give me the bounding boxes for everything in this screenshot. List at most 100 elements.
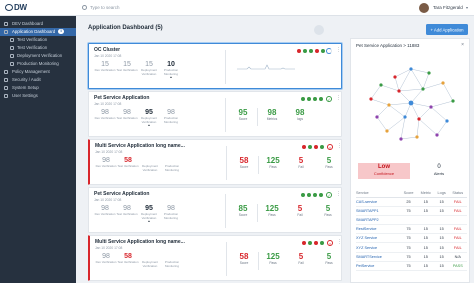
more-options-icon[interactable]: ⋮ <box>337 239 342 245</box>
stage-item[interactable]: 15 Deployment Verification <box>138 61 160 79</box>
sidebar-item[interactable]: Application Dashboard 5 <box>0 28 76 36</box>
sidebar-item[interactable]: User Settings <box>0 92 76 100</box>
application-date: Jan 10 2020 17:08 <box>95 150 123 154</box>
graph-node[interactable] <box>397 89 401 93</box>
stage-item[interactable]: Production Monitoring <box>161 157 183 172</box>
graph-node[interactable] <box>451 99 455 103</box>
stage-item[interactable]: 98 Test Verification <box>116 205 138 223</box>
application-card[interactable]: Multi Service Application long name... Ja… <box>88 139 342 185</box>
stage-item[interactable]: 15 Dev Verification <box>94 61 116 79</box>
stage-item[interactable]: Deployment Verification <box>139 253 161 268</box>
application-date: Jan 10 2020 17:08 <box>94 198 122 202</box>
column-header[interactable]: Score <box>400 190 417 198</box>
stage-item[interactable]: 98 Dev Verification <box>95 157 117 172</box>
table-row[interactable]: SMARTService 75 15 15 N/A <box>356 252 467 262</box>
detail-panel: Pet Service Application > 11883 × Low Co… <box>350 38 470 283</box>
application-card[interactable]: Pet Service Application Jan 10 2020 17:08… <box>88 91 342 137</box>
graph-node[interactable] <box>415 135 419 139</box>
sidebar-item[interactable]: System Setup <box>0 84 76 92</box>
search-input[interactable]: Type to search <box>80 3 156 13</box>
application-card[interactable]: OC Cluster Jan 10 2020 17:08 15 Dev Verific… <box>88 43 342 89</box>
table-cell: 75 <box>400 206 417 216</box>
sidebar-item[interactable]: DEV Dashboard <box>0 20 76 28</box>
graph-node[interactable] <box>403 115 407 119</box>
stage-item[interactable]: 15 Test Verification <box>116 61 138 79</box>
application-name[interactable]: Pet Service Application <box>94 95 149 101</box>
graph-edge <box>398 90 412 104</box>
graph-node[interactable] <box>417 117 421 121</box>
application-name[interactable]: OC Cluster <box>94 47 120 53</box>
sidebar-item[interactable]: Test Verification <box>0 36 76 44</box>
graph-node[interactable] <box>385 129 389 133</box>
stage-item[interactable]: 98 Production Monitoring <box>160 109 182 127</box>
service-name: SMARTAPP1 <box>356 206 401 216</box>
graph-node[interactable] <box>429 105 433 109</box>
graph-node[interactable] <box>427 71 431 75</box>
stage-item[interactable]: 98 Test Verification <box>116 109 138 127</box>
graph-node[interactable] <box>369 97 373 101</box>
graph-node[interactable] <box>387 103 391 107</box>
application-card[interactable]: Pet Service Application Jan 10 2020 17:08… <box>88 187 342 233</box>
graph-node[interactable] <box>409 67 413 71</box>
graph-node[interactable] <box>375 115 379 119</box>
table-row[interactable]: PetService 75 15 15 PASS <box>356 261 467 272</box>
column-header[interactable]: Logs <box>434 190 449 198</box>
stage-list: 98 Dev Verification 58 Test Verification De… <box>95 157 183 172</box>
graph-node[interactable] <box>393 75 397 79</box>
column-header[interactable]: Service <box>356 190 401 198</box>
graph-edge <box>436 120 448 136</box>
stage-item[interactable]: Deployment Verification <box>139 157 161 172</box>
stage-item[interactable]: 10 Production Monitoring ▲ <box>160 61 182 79</box>
graph-node[interactable] <box>379 83 383 87</box>
metric-label: Score <box>238 117 248 121</box>
settings-icon[interactable] <box>314 25 324 35</box>
more-options-icon[interactable]: ⋮ <box>336 95 341 101</box>
close-icon[interactable]: × <box>461 42 464 48</box>
application-name[interactable]: Pet Service Application <box>94 191 149 197</box>
stage-item[interactable]: 98 Dev Verification <box>94 109 116 127</box>
stage-item[interactable]: Production Monitoring <box>161 253 183 268</box>
sidebar-item[interactable]: Production Monitoring <box>0 60 76 68</box>
stage-item[interactable]: 98 Production Monitoring <box>160 205 182 223</box>
application-name[interactable]: Multi Service Application long name... <box>95 239 185 245</box>
service-name: XYZ Service <box>356 233 401 244</box>
table-row[interactable]: CAS-service 25 15 15 FAIL <box>356 197 467 207</box>
graph-edge <box>398 68 412 92</box>
graph-node[interactable] <box>399 137 403 141</box>
more-options-icon[interactable]: ⋮ <box>336 191 341 197</box>
table-row[interactable]: SMARTAPP2 <box>356 215 467 226</box>
sidebar-item[interactable]: Deployment Verification <box>0 52 76 60</box>
stage-item[interactable]: 58 Test Verification <box>117 253 139 268</box>
more-options-icon[interactable]: ⋮ <box>337 143 342 149</box>
metric-label: Pass <box>269 261 277 265</box>
table-row[interactable]: RestService 75 15 15 FAIL <box>356 224 467 235</box>
graph-node[interactable] <box>441 81 445 85</box>
application-card[interactable]: Multi Service Application long name... Ja… <box>88 235 342 281</box>
column-header[interactable]: Metric <box>416 190 435 198</box>
graph-node[interactable] <box>408 100 414 106</box>
application-name[interactable]: Multi Service Application long name... <box>95 143 185 149</box>
stage-item[interactable]: 95 Deployment Verification ▲ <box>138 205 160 223</box>
table-row[interactable]: XYZ Service 75 15 15 FAIL <box>356 242 467 253</box>
sidebar-item[interactable]: Security / Audit <box>0 76 76 84</box>
user-menu[interactable]: Tara Fitzgerald ▾ <box>418 2 468 14</box>
metric-item: 58 Score <box>230 156 258 174</box>
graph-node[interactable] <box>445 119 449 123</box>
brand-logo[interactable]: DW <box>5 3 27 12</box>
graph-node[interactable] <box>421 87 425 91</box>
graph-node[interactable] <box>435 133 439 137</box>
add-application-button[interactable]: + Add Application <box>332 24 468 35</box>
more-options-icon[interactable]: ⋮ <box>336 47 341 53</box>
divider <box>226 146 227 180</box>
column-header[interactable]: Status <box>448 190 467 198</box>
sidebar-item[interactable]: Test Verification <box>0 44 76 52</box>
stage-item[interactable]: 98 Dev Verification <box>94 205 116 223</box>
table-row[interactable]: XYZ Service 75 15 15 FAIL <box>356 233 467 244</box>
stage-item[interactable]: 95 Deployment Verification ▲ <box>138 109 160 127</box>
graph-edge <box>410 68 424 90</box>
sidebar-item[interactable]: Policy Management <box>0 68 76 76</box>
table-row[interactable]: SMARTAPP1 75 15 15 FAIL <box>356 206 467 216</box>
service-graph[interactable] <box>359 55 463 151</box>
stage-item[interactable]: 58 Test Verification <box>117 157 139 172</box>
stage-item[interactable]: 98 Dev Verification <box>95 253 117 268</box>
